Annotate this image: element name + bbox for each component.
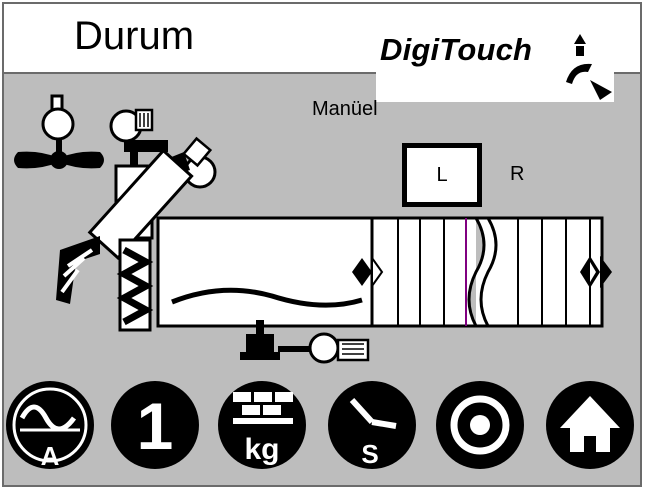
weight-button[interactable]: kg — [218, 381, 306, 469]
number-one-icon: 1 — [137, 389, 174, 463]
status-screen: Durum DigiTouch Manüel L R A 1 kg S — [0, 0, 646, 491]
home-button[interactable] — [546, 381, 634, 469]
weight-label: kg — [244, 433, 279, 466]
timer-label: S — [361, 439, 378, 469]
timer-button[interactable]: S — [328, 381, 416, 469]
bottom-toolbar: A 1 kg S — [6, 381, 634, 471]
target-button[interactable] — [436, 381, 524, 469]
number-button[interactable]: 1 — [111, 381, 199, 469]
ampere-label: A — [41, 441, 60, 471]
ampere-button[interactable]: A — [6, 381, 94, 471]
